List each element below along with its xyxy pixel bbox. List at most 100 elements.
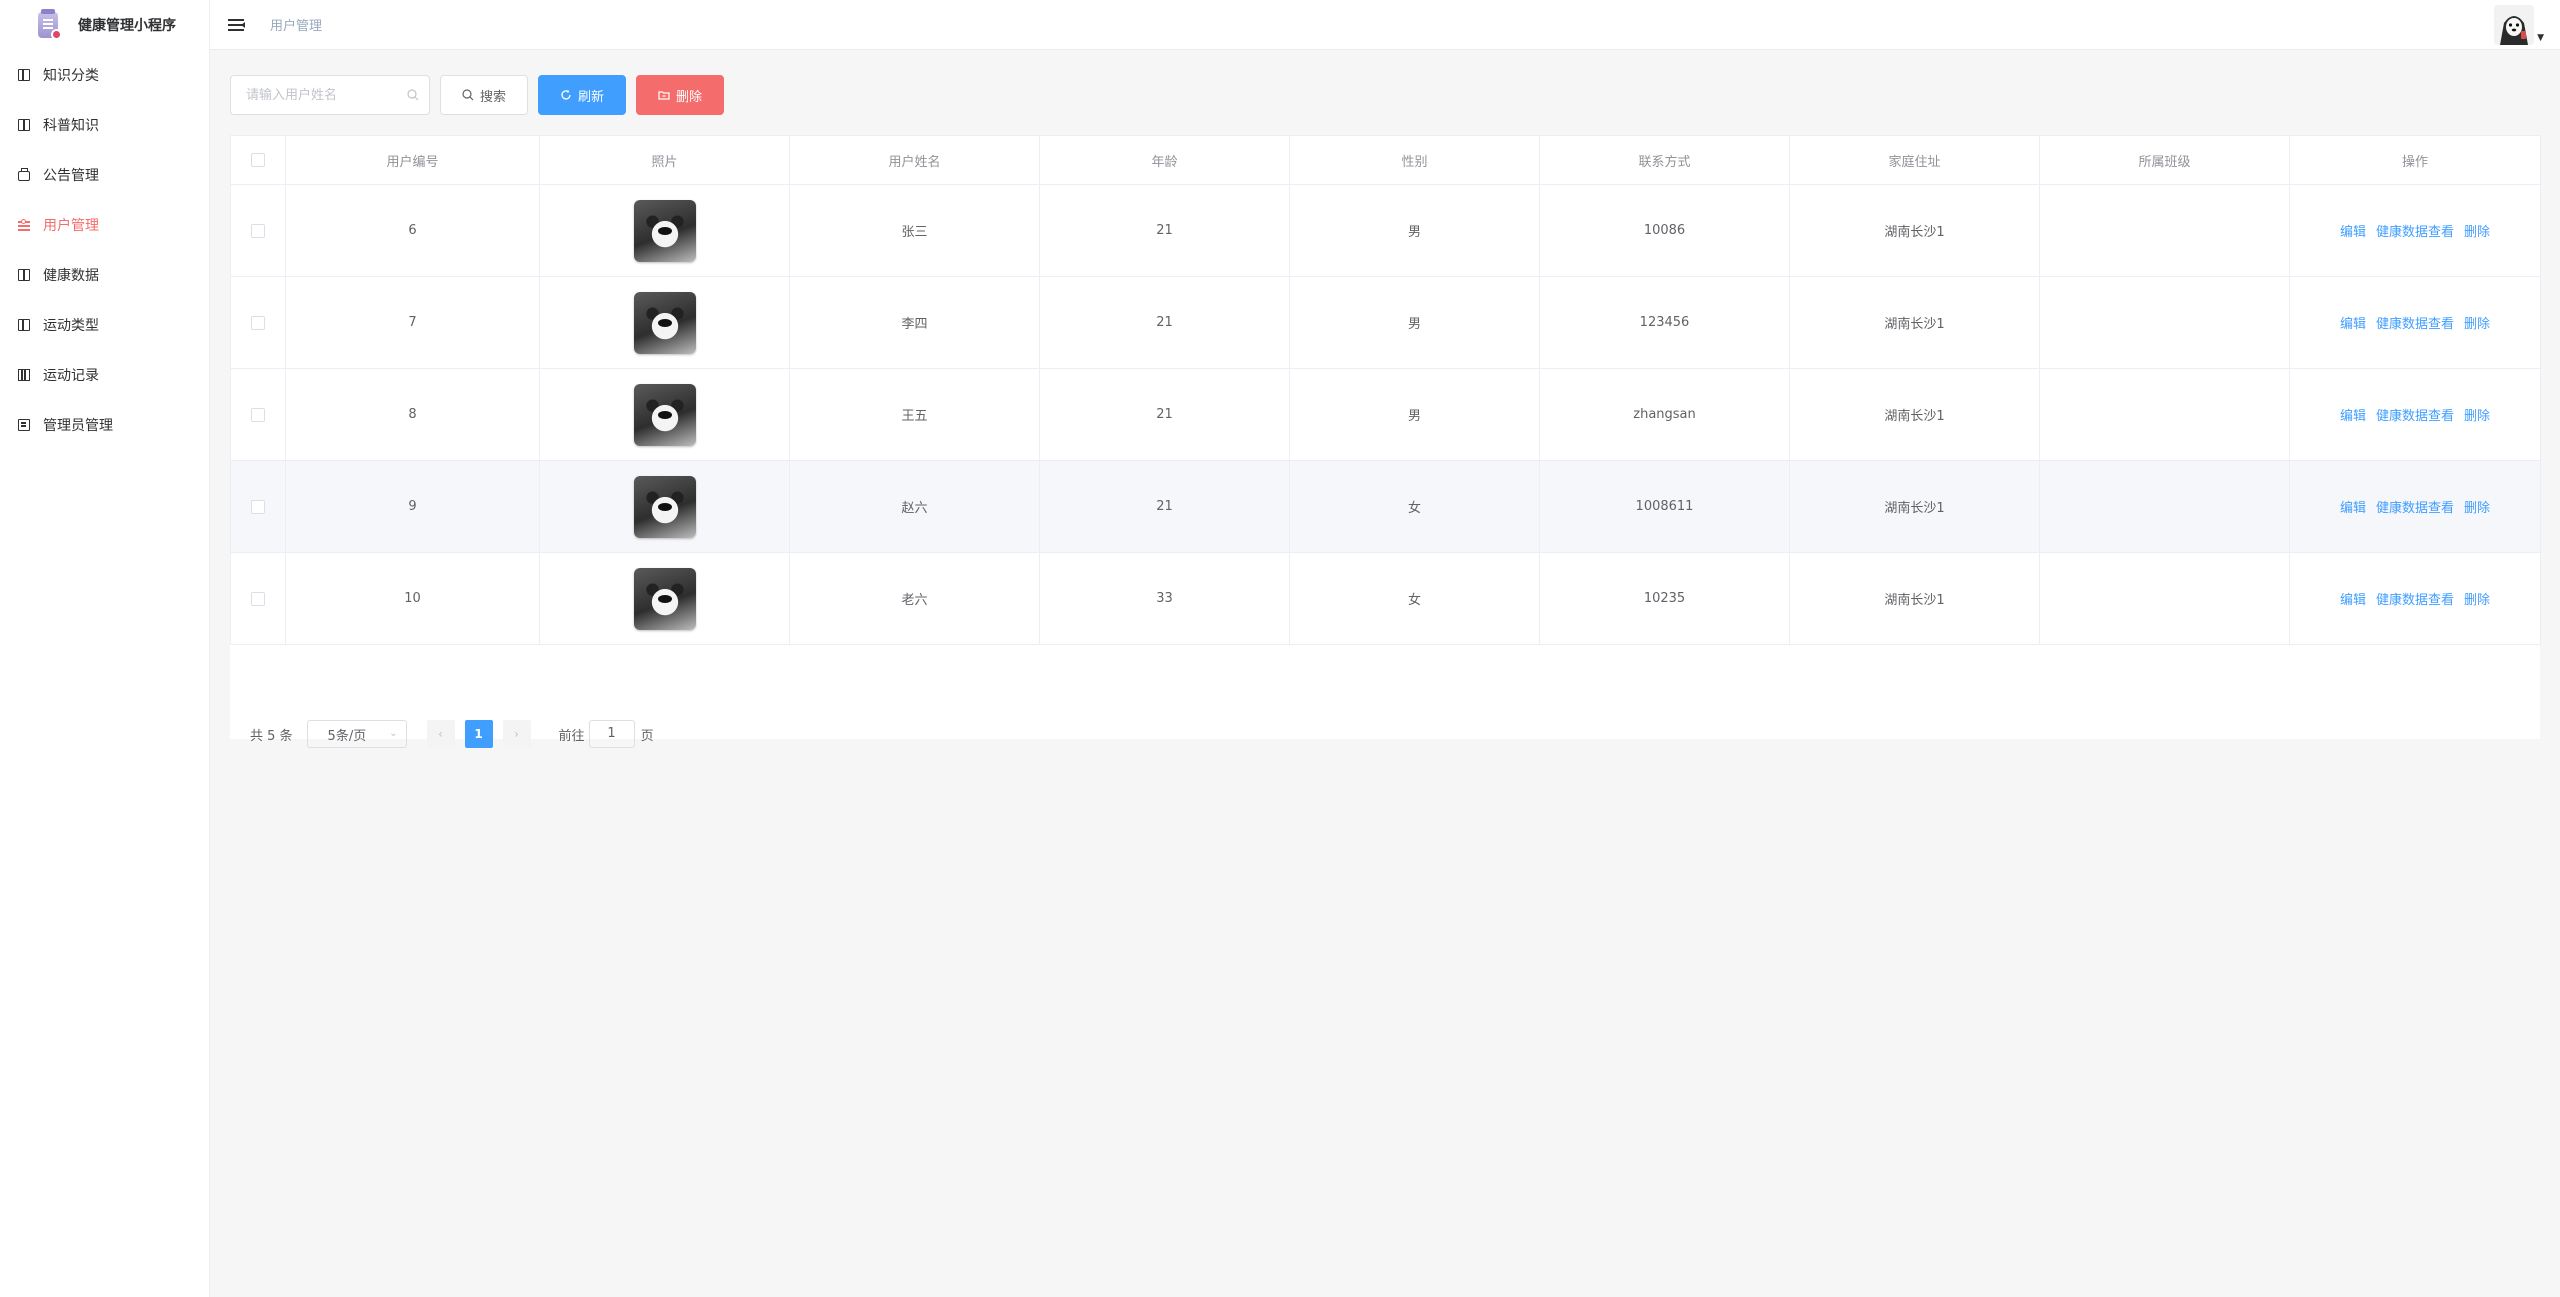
search-button-label: 搜索	[479, 89, 506, 105]
column-header: 用户姓名	[789, 135, 1040, 185]
edit-link[interactable]: 编辑	[2340, 225, 2366, 240]
photo-cell	[539, 460, 790, 553]
prev-page-button[interactable]: ‹	[426, 720, 455, 748]
row-checkbox[interactable]	[251, 315, 265, 330]
next-page-button[interactable]: ›	[502, 720, 531, 748]
address-cell: 湖南长沙1	[1789, 276, 2040, 369]
contact-cell: 123456	[1539, 276, 1790, 369]
column-header: 性别	[1289, 135, 1540, 185]
user-photo[interactable]	[633, 199, 696, 262]
contact-cell: zhangsan	[1539, 368, 1790, 461]
age-cell: 21	[1039, 184, 1290, 277]
age-cell: 21	[1039, 368, 1290, 461]
toolbar: 搜索 刷新 删除	[230, 75, 724, 115]
delete-link[interactable]: 删除	[2464, 593, 2490, 608]
edit-link[interactable]: 编辑	[2340, 317, 2366, 332]
sidebar-item-user-management[interactable]: 用户管理	[0, 200, 209, 250]
gender-cell: 男	[1289, 184, 1540, 277]
table-row: 6 张三 21 男 10086 湖南长沙1 编辑 健康数据查看 删除	[230, 184, 2541, 277]
gender-cell: 女	[1289, 460, 1540, 553]
search-field	[230, 75, 430, 115]
user-photo[interactable]	[633, 567, 696, 630]
column-header: 用户编号	[285, 135, 540, 185]
sidebar-item-label: 知识分类	[43, 68, 99, 84]
view-health-data-link[interactable]: 健康数据查看	[2376, 317, 2454, 332]
age-cell: 21	[1039, 276, 1290, 369]
operations-cell: 编辑 健康数据查看 删除	[2289, 460, 2541, 553]
sidebar-item-science-knowledge[interactable]: 科普知识	[0, 100, 209, 150]
sidebar-item-label: 公告管理	[43, 168, 99, 184]
edit-link[interactable]: 编辑	[2340, 501, 2366, 516]
user-name-cell: 赵六	[789, 460, 1040, 553]
view-health-data-link[interactable]: 健康数据查看	[2376, 593, 2454, 608]
column-header: 照片	[539, 135, 790, 185]
sidebar-item-label: 用户管理	[43, 218, 99, 234]
search-icon	[462, 89, 474, 101]
user-photo[interactable]	[633, 383, 696, 446]
class-cell	[2039, 552, 2290, 645]
goto-page-input[interactable]: 1	[588, 720, 635, 748]
row-checkbox[interactable]	[251, 223, 265, 238]
user-id-cell: 8	[285, 368, 540, 461]
sidebar: 健康管理小程序 知识分类 科普知识 公告管理 用户管理 健康数据 运动类型 运动…	[0, 0, 210, 1297]
columns-icon	[18, 369, 30, 381]
view-health-data-link[interactable]: 健康数据查看	[2376, 225, 2454, 240]
pagination-total: 共 5 条	[250, 728, 293, 744]
delete-link[interactable]: 删除	[2464, 501, 2490, 516]
user-photo[interactable]	[633, 475, 696, 538]
delete-link[interactable]: 删除	[2464, 317, 2490, 332]
view-health-data-link[interactable]: 健康数据查看	[2376, 409, 2454, 424]
select-all-checkbox[interactable]	[251, 153, 265, 167]
sidebar-item-label: 运动类型	[43, 318, 99, 334]
class-cell	[2039, 276, 2290, 369]
user-id-cell: 6	[285, 184, 540, 277]
column-header: 家庭住址	[1789, 135, 2040, 185]
row-checkbox[interactable]	[251, 591, 265, 606]
sidebar-item-label: 运动记录	[43, 368, 99, 384]
user-name-cell: 王五	[789, 368, 1040, 461]
row-checkbox[interactable]	[251, 407, 265, 422]
operations-cell: 编辑 健康数据查看 删除	[2289, 552, 2541, 645]
open-book-icon	[18, 119, 30, 131]
page-number-button[interactable]: 1	[464, 720, 493, 748]
view-health-data-link[interactable]: 健康数据查看	[2376, 501, 2454, 516]
avatar	[2494, 5, 2535, 45]
main-content: 搜索 刷新 删除 用户编号 照片 用户姓名 年龄 性别	[210, 50, 2560, 1297]
table-row: 7 李四 21 男 123456 湖南长沙1 编辑 健康数据查看 删除	[230, 276, 2541, 369]
sidebar-item-exercise-records[interactable]: 运动记录	[0, 350, 209, 400]
column-header: 所属班级	[2039, 135, 2290, 185]
app-logo[interactable]: 健康管理小程序	[0, 0, 209, 50]
search-button[interactable]: 搜索	[440, 75, 528, 115]
user-avatar-dropdown[interactable]: ▼	[2494, 5, 2544, 45]
sidebar-item-admin-management[interactable]: 管理员管理	[0, 400, 209, 450]
operations-cell: 编辑 健康数据查看 删除	[2289, 368, 2541, 461]
sidebar-item-knowledge-category[interactable]: 知识分类	[0, 50, 209, 100]
edit-link[interactable]: 编辑	[2340, 593, 2366, 608]
app-title: 健康管理小程序	[78, 18, 176, 34]
user-name-cell: 张三	[789, 184, 1040, 277]
row-checkbox[interactable]	[251, 499, 265, 514]
chevron-down-icon: ⌄	[389, 728, 398, 739]
delete-link[interactable]: 删除	[2464, 225, 2490, 240]
refresh-button[interactable]: 刷新	[538, 75, 626, 115]
edit-link[interactable]: 编辑	[2340, 409, 2366, 424]
column-header: 年龄	[1039, 135, 1290, 185]
user-photo[interactable]	[633, 291, 696, 354]
user-id-cell: 9	[285, 460, 540, 553]
page-size-select[interactable]: 5条/页 ⌄	[306, 720, 407, 748]
photo-cell	[539, 368, 790, 461]
delete-button-label: 删除	[675, 89, 702, 105]
photo-cell	[539, 184, 790, 277]
user-name-cell: 李四	[789, 276, 1040, 369]
sidebar-item-health-data[interactable]: 健康数据	[0, 250, 209, 300]
contact-cell: 10086	[1539, 184, 1790, 277]
gender-cell: 男	[1289, 368, 1540, 461]
delete-link[interactable]: 删除	[2464, 409, 2490, 424]
table-row: 10 老六 33 女 10235 湖南长沙1 编辑 健康数据查看 删除	[230, 552, 2541, 645]
sidebar-item-exercise-types[interactable]: 运动类型	[0, 300, 209, 350]
breadcrumb: 用户管理	[270, 19, 323, 34]
menu-fold-icon[interactable]	[228, 18, 245, 32]
search-input[interactable]	[231, 76, 429, 114]
sidebar-item-announcements[interactable]: 公告管理	[0, 150, 209, 200]
delete-button[interactable]: 删除	[636, 75, 724, 115]
